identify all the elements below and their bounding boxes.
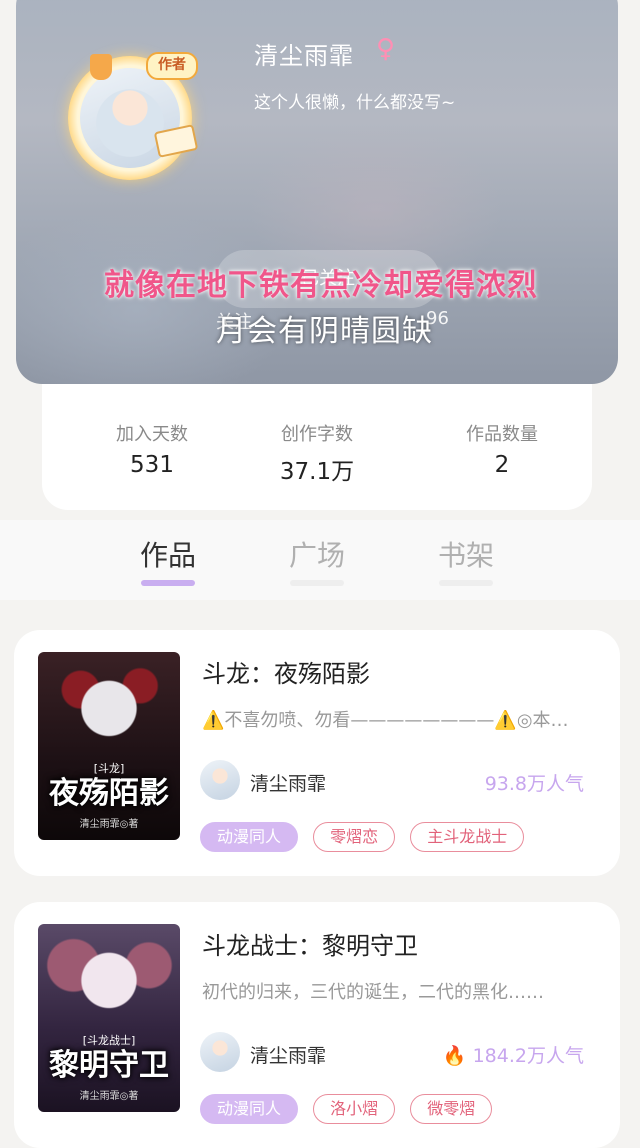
tag[interactable]: 零熠恋 bbox=[313, 822, 396, 852]
tab-label: 书架 bbox=[437, 539, 494, 572]
tag-list: 动漫同人 洛小熠 微零熠 bbox=[200, 1094, 502, 1124]
bio-text: 这个人很懒，什么都没写~ bbox=[254, 93, 456, 113]
book-title[interactable]: 斗龙战士：黎明守卫 bbox=[202, 926, 418, 961]
author-name[interactable]: 清尘雨霏 bbox=[250, 769, 326, 796]
tab-indicator bbox=[439, 580, 493, 586]
tag[interactable]: 洛小熠 bbox=[313, 1094, 396, 1124]
tag[interactable]: 动漫同人 bbox=[200, 1094, 299, 1124]
stats-card: 加入天数 531 创作字数 37.1万 作品数量 2 bbox=[42, 384, 592, 510]
profile-header: 作者 清尘雨霏 ♀ 这个人很懒，什么都没写~ 已关注 关注 96 就像在地下铁有… bbox=[16, 0, 618, 384]
tab-bookshelf[interactable]: 书架 bbox=[411, 534, 521, 586]
stat-label: 作品数量 bbox=[466, 424, 538, 445]
lyric-overlay-line2: 月会有阴晴圆缺 bbox=[216, 314, 433, 349]
tab-bar: 作品 广场 书架 bbox=[0, 520, 640, 600]
tag[interactable]: 动漫同人 bbox=[200, 822, 299, 852]
tag[interactable]: 微零熠 bbox=[410, 1094, 493, 1124]
book-description: 初代的归来，三代的诞生，二代的黑化…… bbox=[202, 982, 544, 1003]
cover-author: 清尘雨霏◎著 bbox=[79, 1091, 139, 1102]
female-icon: ♀ bbox=[376, 34, 396, 64]
stat-join-days: 加入天数 531 bbox=[72, 420, 232, 478]
stat-word-count: 创作字数 37.1万 bbox=[237, 420, 397, 486]
fire-icon: 🔥 bbox=[442, 1045, 467, 1067]
book-card[interactable]: [斗龙] 夜殇陌影 清尘雨霏◎著 斗龙：夜殇陌影 ⚠️不喜勿喷、勿看——————… bbox=[14, 630, 620, 876]
popularity-value: 93.8万人气 bbox=[484, 773, 584, 795]
popularity-count: 🔥 184.2万人气 bbox=[443, 1041, 584, 1068]
author-avatar[interactable] bbox=[200, 760, 240, 800]
lyric-overlay-line1: 就像在地下铁有点冷却爱得浓烈 bbox=[104, 268, 538, 303]
nickname: 清尘雨霏 bbox=[254, 42, 354, 70]
tab-works[interactable]: 作品 bbox=[113, 534, 223, 586]
tab-indicator bbox=[290, 580, 344, 586]
book-cover[interactable]: [斗龙战士] 黎明守卫 清尘雨霏◎著 bbox=[38, 924, 180, 1112]
stat-value: 2 bbox=[494, 452, 510, 478]
cover-title: 夜殇陌影 bbox=[49, 776, 169, 811]
tab-label: 广场 bbox=[288, 539, 345, 572]
popularity-value: 184.2万人气 bbox=[472, 1045, 584, 1067]
stat-value: 37.1万 bbox=[279, 459, 355, 485]
stat-value: 531 bbox=[130, 452, 174, 478]
stat-works-count: 作品数量 2 bbox=[422, 420, 582, 478]
book-description: ⚠️不喜勿喷、勿看————————⚠️◎本… bbox=[202, 710, 569, 731]
stat-label: 创作字数 bbox=[281, 424, 353, 445]
author-avatar[interactable] bbox=[200, 1032, 240, 1072]
author-name[interactable]: 清尘雨霏 bbox=[250, 1041, 326, 1068]
book-card[interactable]: [斗龙战士] 黎明守卫 清尘雨霏◎著 斗龙战士：黎明守卫 初代的归来，三代的诞生… bbox=[14, 902, 620, 1148]
cover-title: 黎明守卫 bbox=[49, 1048, 169, 1083]
flag-icon bbox=[90, 54, 112, 80]
cover-author: 清尘雨霏◎著 bbox=[79, 819, 139, 830]
tag[interactable]: 主斗龙战士 bbox=[410, 822, 525, 852]
author-badge: 作者 bbox=[146, 52, 198, 80]
popularity-count: 93.8万人气 bbox=[485, 769, 584, 796]
book-cover[interactable]: [斗龙] 夜殇陌影 清尘雨霏◎著 bbox=[38, 652, 180, 840]
tab-label: 作品 bbox=[139, 539, 196, 572]
book-title[interactable]: 斗龙：夜殇陌影 bbox=[202, 654, 370, 689]
tab-square[interactable]: 广场 bbox=[262, 534, 372, 586]
tab-indicator bbox=[141, 580, 195, 586]
tag-list: 动漫同人 零熠恋 主斗龙战士 bbox=[200, 822, 534, 852]
stat-label: 加入天数 bbox=[116, 424, 188, 445]
